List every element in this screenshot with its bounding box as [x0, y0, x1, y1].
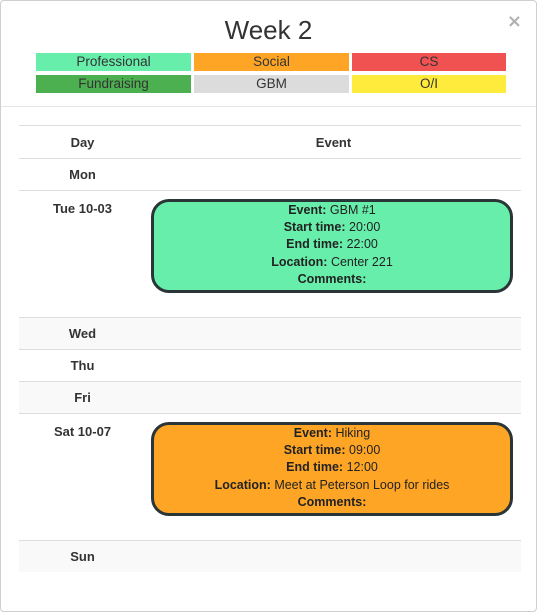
- event-start-line: Start time: 20:00: [154, 219, 510, 236]
- location: Center 221: [330, 254, 393, 269]
- end-time-label: End time:: [286, 460, 344, 475]
- day-label: Mon: [19, 158, 146, 191]
- end-time: 22:00: [346, 237, 378, 252]
- table-row: Sat 10-07 Event: Hiking Start time: 09:0…: [19, 413, 521, 541]
- location-label: Location:: [271, 254, 328, 269]
- day-label: Tue 10-03: [19, 189, 146, 318]
- table-row: Mon: [19, 158, 521, 191]
- comments-label: Comments:: [297, 271, 367, 286]
- location: Meet at Peterson Loop for rides: [274, 477, 450, 492]
- start-time-label: Start time:: [283, 220, 346, 235]
- location-label: Location:: [214, 477, 271, 492]
- day-label: Sat 10-07: [19, 413, 146, 541]
- table-row: Tue 10-03 Event: GBM #1 Start time: 20:0…: [19, 189, 521, 318]
- event-cell: [146, 158, 521, 191]
- start-time: 09:00: [349, 443, 381, 458]
- event-comments-line: Comments:: [154, 494, 510, 511]
- day-label: Fri: [19, 381, 146, 414]
- legend-oi: O/I: [352, 75, 506, 93]
- event-start-line: Start time: 09:00: [154, 442, 510, 459]
- event-name: GBM #1: [329, 203, 376, 217]
- event-cell: [146, 381, 521, 414]
- end-time-label: End time:: [286, 237, 344, 252]
- week-modal: × Week 2 Professional Social CS Fundrais…: [0, 0, 537, 612]
- legend-fundraising: Fundraising: [36, 75, 191, 93]
- event-label: Event:: [293, 426, 332, 441]
- comments-label: Comments:: [297, 494, 367, 509]
- event-cell: [146, 540, 521, 573]
- event-name-line: Event: Hiking: [154, 425, 510, 442]
- day-label: Sun: [19, 540, 146, 573]
- table-row: Wed: [19, 317, 521, 350]
- event-cell: [146, 349, 521, 382]
- event-label: Event:: [288, 203, 327, 217]
- event-card[interactable]: Event: GBM #1 Start time: 20:00 End time…: [151, 199, 513, 294]
- week-title: Week 2: [224, 15, 313, 45]
- event-comments-line: Comments:: [154, 271, 510, 288]
- event-location-line: Location: Center 221: [154, 254, 510, 271]
- table-header-row: Day Event: [19, 125, 521, 159]
- event-location-line: Location: Meet at Peterson Loop for ride…: [154, 477, 510, 494]
- event-cell: Event: Hiking Start time: 09:00 End time…: [146, 413, 521, 541]
- event-cell: Event: GBM #1 Start time: 20:00 End time…: [146, 189, 521, 318]
- day-label: Thu: [19, 349, 146, 382]
- schedule-table: Day Event Mon Tue 10-03 Event: GBM #1 St…: [19, 125, 521, 573]
- event-name: Hiking: [335, 426, 371, 441]
- event-cell: [146, 317, 521, 350]
- event-end-line: End time: 12:00: [154, 459, 510, 476]
- day-label: Wed: [19, 317, 146, 350]
- table-row: Fri: [19, 381, 521, 414]
- legend-cs: CS: [352, 53, 506, 71]
- event-card[interactable]: Event: Hiking Start time: 09:00 End time…: [151, 422, 513, 517]
- start-time: 20:00: [349, 220, 381, 235]
- category-legend: Professional Social CS Fundraising GBM O…: [36, 53, 506, 93]
- legend-social: Social: [194, 53, 349, 71]
- event-end-line: End time: 22:00: [154, 236, 510, 253]
- table-row: Sun: [19, 540, 521, 573]
- event-column-header: Event: [146, 125, 521, 159]
- end-time: 12:00: [346, 460, 378, 475]
- table-row: Thu: [19, 349, 521, 382]
- start-time-label: Start time:: [283, 443, 346, 458]
- legend-gbm: GBM: [194, 75, 349, 93]
- day-column-header: Day: [19, 125, 146, 159]
- header-divider: [1, 106, 536, 107]
- legend-professional: Professional: [36, 53, 191, 71]
- event-name-line: Event: GBM #1: [154, 202, 510, 219]
